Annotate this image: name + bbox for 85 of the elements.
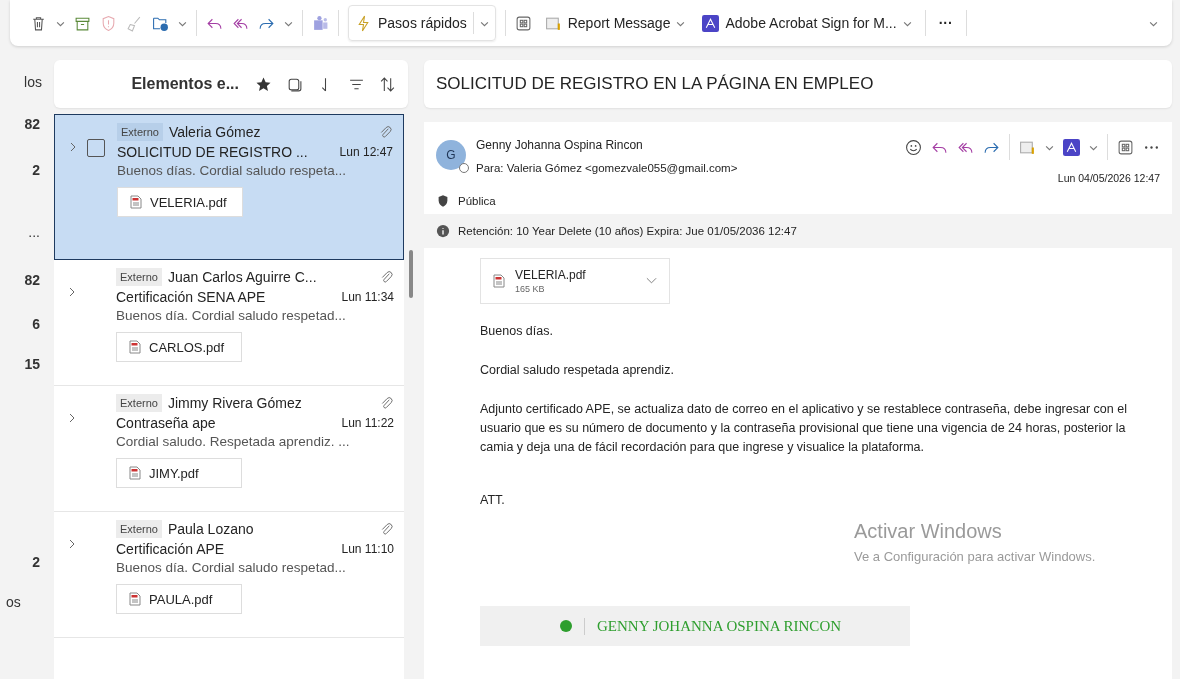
more-options-button[interactable]: ··· [934, 11, 957, 35]
attachment-name: VELERIA.pdf [515, 268, 586, 282]
folder-count[interactable]: os [6, 594, 21, 610]
folder-count[interactable]: 2 [32, 554, 40, 570]
info-icon [436, 224, 450, 238]
attachment-chip[interactable]: CARLOS.pdf [116, 332, 242, 362]
email-subject: SOLICITUD DE REGISTRO EN LA PÁGINA EN EMPLEO [436, 74, 874, 94]
body-paragraph: Buenos días. [480, 323, 554, 340]
body-paragraph: Cordial saludo respetada aprendiz. [480, 362, 675, 379]
paperclip-icon [379, 395, 394, 411]
sender-name: Paula Lozano [167, 521, 254, 537]
pdf-file-icon [129, 340, 141, 354]
sender-name: Genny Johanna Ospina Rincon [476, 138, 644, 152]
email-date: Lun 04/05/2026 12:47 [1057, 172, 1160, 184]
expand-icon[interactable] [68, 412, 76, 424]
avatar: G [436, 140, 466, 170]
sensitivity-label: Pública [458, 195, 496, 207]
acrobat-sign-button[interactable]: Adobe Acrobat Sign for M... [698, 10, 916, 36]
recipient-line: Para: Valeria Gómez <gomezvale055@gmail.com> [476, 162, 738, 174]
paperclip-icon [379, 269, 394, 285]
message-subject: Contraseña ape [116, 415, 216, 431]
folder-count[interactable]: 2 [32, 162, 40, 178]
folder-count[interactable]: 6 [32, 316, 40, 332]
external-tag: Externo [116, 394, 162, 412]
message-subject: SOLICITUD DE REGISTRO ... [117, 144, 308, 160]
activation-title: Activar Windows [854, 520, 1003, 543]
status-dot-icon [560, 620, 572, 632]
folder-count[interactable]: ... [28, 224, 40, 240]
folder-title: Elementos e... [131, 75, 239, 93]
trash-icon[interactable] [30, 14, 47, 32]
sort-icon[interactable] [379, 75, 396, 93]
checkbox[interactable] [87, 139, 105, 157]
apps-icon[interactable] [514, 14, 532, 32]
expand-icon[interactable] [68, 538, 76, 550]
paperclip-icon [379, 521, 394, 537]
folder-count[interactable]: 15 [24, 356, 40, 372]
body-paragraph: ATT. [480, 492, 506, 509]
message-item[interactable]: Externo Valeria Gómez SOLICITUD DE REGISTRO ... Lun 12:47 Buenos días. Cordial saludo respeta... VELERIA.pdf [54, 114, 404, 260]
message-time: Lun 11:10 [341, 542, 394, 556]
message-time: Lun 11:22 [341, 416, 394, 430]
message-subject: Certificación SENA APE [116, 289, 266, 305]
message-item[interactable]: Externo Paula Lozano Certificación APE Lun 11:10 Buenos día. Cordial saludo respetad... PAULA.pdf [54, 512, 404, 638]
message-time: Lun 11:34 [341, 290, 394, 304]
star-icon[interactable] [255, 75, 272, 93]
pdf-file-icon [493, 274, 505, 288]
external-tag: Externo [116, 268, 162, 286]
report-message-button[interactable]: Report Message [540, 10, 690, 36]
attachment-chip[interactable]: JIMY.pdf [116, 458, 242, 488]
retention-notice: Retención: 10 Year Delete (10 años) Expira: Jue 01/05/2036 12:47 [458, 225, 797, 237]
message-subject: Certificación APE [116, 541, 225, 557]
signature-name: GENNY JOHANNA OSPINA RINCON [584, 617, 842, 635]
attachment-card[interactable]: VELERIA.pdf 165 KB [480, 258, 670, 304]
acrobat-icon [702, 14, 720, 32]
message-preview: Buenos días. Cordial saludo respeta... [117, 163, 347, 178]
attachment-size: 165 KB [515, 284, 546, 294]
scrollbar[interactable] [409, 250, 413, 298]
attachment-chip[interactable]: PAULA.pdf [116, 584, 242, 614]
pdf-file-icon [129, 592, 141, 606]
sender-name: Valeria Gómez [168, 124, 261, 140]
attachment-chip[interactable]: VELERIA.pdf [117, 187, 243, 217]
pdf-file-icon [130, 195, 142, 209]
message-preview: Buenos día. Cordial saludo respetad... [116, 308, 347, 323]
paperclip-icon [378, 124, 393, 140]
expand-icon[interactable] [69, 141, 77, 153]
message-time: Lun 12:47 [339, 145, 393, 159]
folder-count[interactable]: los [24, 74, 42, 90]
message-item[interactable]: Externo Juan Carlos Aguirre C... Certificación SENA APE Lun 11:34 Buenos día. Cordial saludo respetad... CARLOS.pdf [54, 260, 404, 386]
activation-text: Ve a Configuración para activar Windows. [854, 549, 1096, 564]
folder-count[interactable]: 82 [24, 272, 40, 288]
smiley-icon[interactable] [905, 138, 922, 156]
message-preview: Buenos día. Cordial saludo respetad... [116, 560, 347, 575]
external-tag: Externo [117, 123, 163, 141]
external-tag: Externo [116, 520, 162, 538]
expand-icon[interactable] [68, 286, 76, 298]
message-item[interactable]: Externo Jimmy Rivera Gómez Contraseña ape Lun 11:22 Cordial saludo. Respetada aprendiz. ... JIMY.pdf [54, 386, 404, 512]
folder-count[interactable]: 82 [24, 116, 40, 132]
shield-icon [436, 194, 450, 208]
body-paragraph: Adjunto certificado APE, se actualiza dato de correo en el aplicativo y se restablece contraseña, debe ingresar con el usuario que es su número de documento y la contraseña provisional que tiene una vigencia de 24 horas, posterior la camia y deja una de fácil recordación para que ingrese y visualice la plataforma. [480, 401, 1128, 456]
message-preview: Cordial saludo. Respetada aprendiz. ... [116, 434, 351, 449]
sender-name: Juan Carlos Aguirre C... [167, 269, 317, 285]
quick-steps-button[interactable]: Pasos rápidos [348, 5, 496, 41]
apps-icon[interactable] [1117, 138, 1134, 156]
acrobat-icon[interactable] [1063, 138, 1080, 156]
pdf-file-icon [129, 466, 141, 480]
sender-name: Jimmy Rivera Gómez [167, 395, 302, 411]
